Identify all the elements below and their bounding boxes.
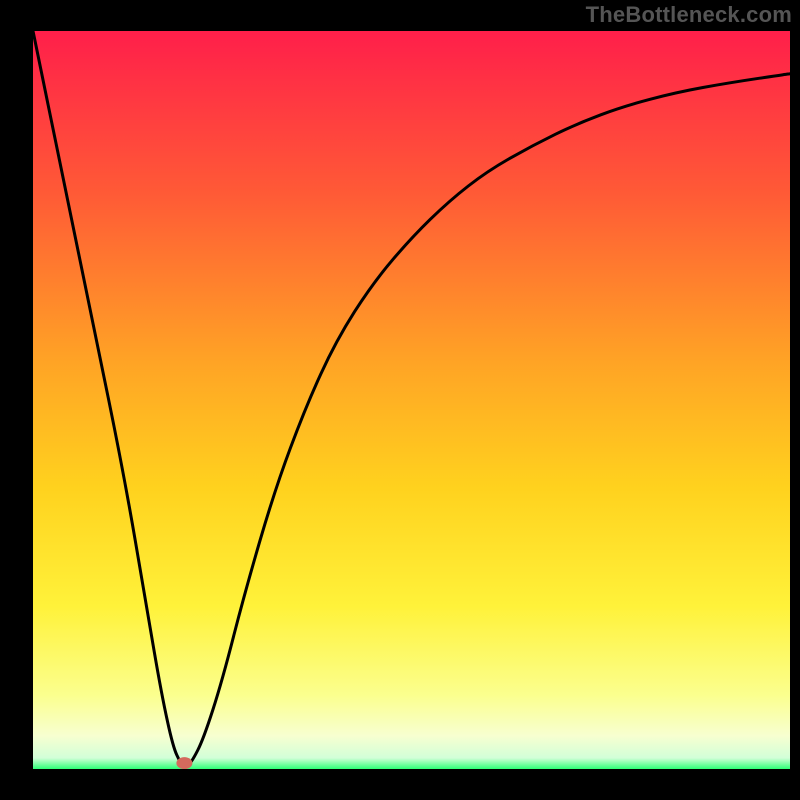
bottleneck-chart: [33, 31, 790, 769]
chart-frame: TheBottleneck.com: [0, 0, 800, 800]
optimal-point-marker: [176, 757, 192, 769]
watermark-text: TheBottleneck.com: [586, 2, 792, 28]
gradient-background: [33, 31, 790, 769]
